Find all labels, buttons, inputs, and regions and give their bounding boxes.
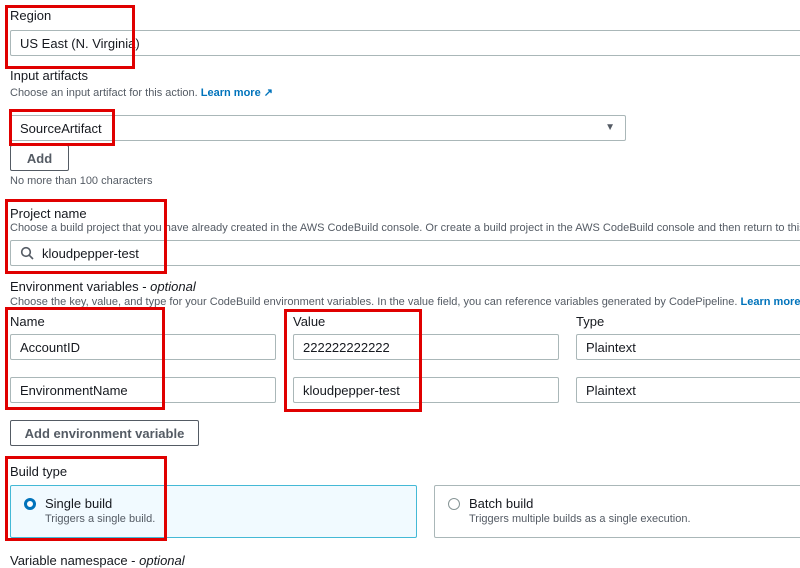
region-field[interactable]: US East (N. Virginia) xyxy=(10,30,800,56)
external-link-icon: ↗ xyxy=(263,87,273,99)
env-vars-label: Environment variables - optional xyxy=(10,279,196,294)
input-artifact-select[interactable]: SourceArtifact ▼ xyxy=(10,115,626,141)
radio-unselected-icon[interactable] xyxy=(448,498,460,510)
build-type-label: Build type xyxy=(10,464,68,479)
project-name-value: kloudpepper-test xyxy=(42,245,139,261)
project-search-input[interactable]: kloudpepper-test xyxy=(10,240,800,266)
build-type-option-batch[interactable]: Batch build Triggers multiple builds as … xyxy=(434,485,800,538)
add-environment-variable-button[interactable]: Add environment variable xyxy=(10,420,199,446)
input-artifact-value: SourceArtifact xyxy=(20,120,102,136)
env-vars-label-text: Environment variables - xyxy=(10,279,151,294)
artifact-constraint: No more than 100 characters xyxy=(10,175,153,187)
column-header-type: Type xyxy=(576,314,605,329)
search-icon xyxy=(20,246,34,260)
column-header-name: Name xyxy=(10,314,45,329)
build-type-option-single[interactable]: Single build Triggers a single build. xyxy=(10,485,417,538)
env-vars-description: Choose the key, value, and type for your… xyxy=(10,295,800,308)
region-label: Region xyxy=(10,8,52,23)
project-name-label: Project name xyxy=(10,206,87,221)
learn-more-link[interactable]: Learn more xyxy=(741,296,800,308)
input-artifacts-label: Input artifacts xyxy=(10,68,89,83)
option-description: Triggers multiple builds as a single exe… xyxy=(469,513,691,525)
column-header-value: Value xyxy=(293,314,326,329)
env-name-input[interactable]: EnvironmentName xyxy=(10,377,276,403)
description-text: Choose the key, value, and type for your… xyxy=(10,296,738,308)
option-title: Batch build xyxy=(469,496,534,511)
env-name-input[interactable]: AccountID xyxy=(10,334,276,360)
description-text: Choose an input artifact for this action… xyxy=(10,87,198,99)
radio-selected-icon[interactable] xyxy=(24,498,36,510)
add-artifact-button[interactable]: Add xyxy=(10,145,69,171)
env-type-select[interactable]: Plaintext xyxy=(576,377,800,403)
env-value-input[interactable]: kloudpepper-test xyxy=(293,377,559,403)
project-name-description: Choose a build project that you have alr… xyxy=(10,222,800,234)
learn-more-link[interactable]: Learn more xyxy=(201,87,261,99)
region-value: US East (N. Virginia) xyxy=(20,35,140,51)
option-description: Triggers a single build. xyxy=(45,513,156,525)
env-value-input[interactable]: 222222222222 xyxy=(293,334,559,360)
input-artifacts-description: Choose an input artifact for this action… xyxy=(10,86,273,99)
option-title: Single build xyxy=(45,496,113,511)
optional-tag: optional xyxy=(150,279,196,294)
caret-down-icon: ▼ xyxy=(605,122,615,133)
env-type-select[interactable]: Plaintext xyxy=(576,334,800,360)
